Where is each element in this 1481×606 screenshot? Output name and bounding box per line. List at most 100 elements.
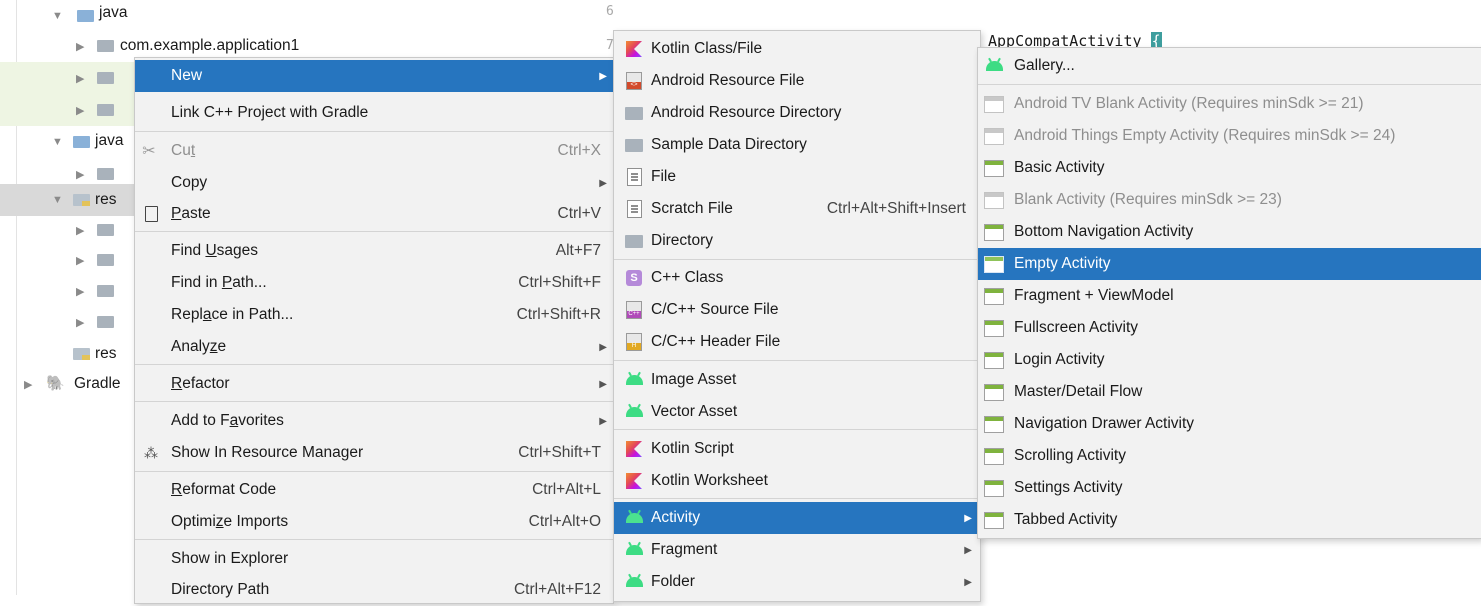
menu-item-master-detail-flow[interactable]: Master/Detail Flow	[978, 376, 1481, 408]
menu-item-label: C/C++ Source File	[651, 301, 779, 318]
activity-template-icon	[984, 350, 1004, 370]
menu-item-directory-path[interactable]: Directory Path Ctrl+Alt+F12	[135, 574, 613, 606]
menu-item-sample-data-directory[interactable]: Sample Data Directory	[614, 129, 980, 161]
submenu-arrow-icon: ▶	[599, 378, 607, 390]
menu-item-refactor[interactable]: Refactor ▶	[135, 368, 613, 400]
menu-item-find-usages[interactable]: Find Usages Alt+F7	[135, 235, 613, 267]
menu-item-fragment-viewmodel[interactable]: Fragment + ViewModel	[978, 280, 1481, 312]
menu-item-cpp-source-file[interactable]: C++ C/C++ Source File	[614, 294, 980, 326]
menu-item-scratch-file[interactable]: Scratch File Ctrl+Alt+Shift+Insert	[614, 193, 980, 225]
tree-label: com.example.application1	[120, 37, 300, 54]
menu-item-scrolling-activity[interactable]: Scrolling Activity	[978, 440, 1481, 472]
menu-item-shortcut: Ctrl+Alt+F12	[513, 581, 601, 598]
menu-item-navigation-drawer-activity[interactable]: Navigation Drawer Activity	[978, 408, 1481, 440]
resource-folder-icon	[73, 348, 90, 360]
menu-item-settings-activity[interactable]: Settings Activity	[978, 472, 1481, 504]
menu-item-shortcut: Ctrl+V	[557, 205, 602, 222]
menu-item-label: Directory Path	[171, 581, 270, 598]
collapse-arrow-icon[interactable]: ▶	[76, 285, 84, 298]
menu-item-copy[interactable]: Copy ▶	[135, 167, 613, 199]
resource-manager-icon: ⁂	[144, 444, 158, 461]
collapse-arrow-icon[interactable]: ▶	[76, 224, 84, 237]
menu-item-shortcut: Alt+F7	[555, 242, 601, 259]
submenu-arrow-icon: ▶	[599, 415, 607, 427]
activity-template-icon	[984, 414, 1004, 434]
menu-item-paste[interactable]: Paste Ctrl+V	[135, 198, 613, 230]
menu-item-kotlin-script[interactable]: Kotlin Script	[614, 433, 980, 465]
activity-template-icon	[984, 190, 1004, 210]
generated-folder-icon	[73, 136, 90, 148]
menu-item-optimize-imports[interactable]: Optimize Imports Ctrl+Alt+O	[135, 506, 613, 538]
menu-item-empty-activity[interactable]: Empty Activity	[978, 248, 1481, 280]
menu-item-label: Replace in Path...	[171, 306, 294, 323]
menu-item-image-asset[interactable]: Image Asset	[614, 364, 980, 396]
folder-icon	[97, 254, 114, 266]
collapse-arrow-icon[interactable]: ▶	[76, 316, 84, 329]
menu-item-cpp-header-file[interactable]: H C/C++ Header File	[614, 326, 980, 358]
menu-item-tabbed-activity[interactable]: Tabbed Activity	[978, 504, 1481, 536]
activity-template-icon	[984, 222, 1004, 242]
menu-item-fullscreen-activity[interactable]: Fullscreen Activity	[978, 312, 1481, 344]
activity-template-icon	[984, 478, 1004, 498]
collapse-arrow-icon[interactable]: ▶	[76, 104, 84, 117]
submenu-arrow-icon: ▶	[599, 177, 607, 189]
menu-item-label: Show in Explorer	[171, 550, 289, 567]
expand-arrow-icon[interactable]: ▼	[52, 194, 63, 206]
menu-item-directory[interactable]: Directory	[614, 225, 980, 257]
menu-item-basic-activity[interactable]: Basic Activity	[978, 152, 1481, 184]
menu-item-android-resource-directory[interactable]: Android Resource Directory	[614, 97, 980, 129]
activity-template-icon	[984, 382, 1004, 402]
menu-separator	[614, 360, 980, 361]
android-icon	[624, 508, 644, 528]
menu-item-login-activity[interactable]: Login Activity	[978, 344, 1481, 376]
collapse-arrow-icon[interactable]: ▶	[24, 378, 32, 391]
menu-item-cpp-class[interactable]: S C++ Class	[614, 262, 980, 294]
expand-arrow-icon[interactable]: ▼	[52, 136, 63, 148]
menu-item-label: Activity	[651, 509, 701, 526]
folder-icon	[97, 316, 114, 328]
menu-item-show-in-explorer[interactable]: Show in Explorer	[135, 543, 613, 575]
menu-item-label: Fragment + ViewModel	[1014, 287, 1174, 304]
collapse-arrow-icon[interactable]: ▶	[76, 168, 84, 181]
menu-item-gallery[interactable]: Gallery...	[978, 50, 1481, 82]
menu-item-new[interactable]: New ▶	[135, 60, 613, 92]
collapse-arrow-icon[interactable]: ▶	[76, 72, 84, 85]
scratch-file-icon	[624, 199, 644, 219]
menu-item-link-cpp[interactable]: Link C++ Project with Gradle	[135, 97, 613, 129]
menu-item-kotlin-class[interactable]: Kotlin Class/File	[614, 33, 980, 65]
activity-template-icon	[984, 510, 1004, 530]
menu-item-folder[interactable]: Folder ▶	[614, 566, 980, 598]
menu-item-bottom-navigation-activity[interactable]: Bottom Navigation Activity	[978, 216, 1481, 248]
menu-item-android-things-empty-activity[interactable]: Android Things Empty Activity (Requires …	[978, 120, 1481, 152]
menu-item-file[interactable]: File	[614, 161, 980, 193]
menu-item-label: Blank Activity (Requires minSdk >= 23)	[1014, 191, 1282, 208]
menu-item-shortcut: Ctrl+Alt+O	[528, 513, 601, 530]
menu-item-find-in-path[interactable]: Find in Path... Ctrl+Shift+F	[135, 267, 613, 299]
menu-item-label: Basic Activity	[1014, 159, 1105, 176]
menu-item-replace-in-path[interactable]: Replace in Path... Ctrl+Shift+R	[135, 299, 613, 331]
menu-item-label: Login Activity	[1014, 351, 1105, 368]
menu-item-vector-asset[interactable]: Vector Asset	[614, 396, 980, 428]
menu-item-activity[interactable]: Activity ▶	[614, 502, 980, 534]
menu-item-label: Analyze	[171, 338, 227, 355]
tree-row-java[interactable]: ▼ java	[0, 0, 600, 32]
menu-item-add-to-favorites[interactable]: Add to Favorites ▶	[135, 405, 613, 437]
collapse-arrow-icon[interactable]: ▶	[76, 40, 84, 53]
tree-label: res	[95, 345, 117, 362]
menu-item-kotlin-worksheet[interactable]: Kotlin Worksheet	[614, 465, 980, 497]
menu-item-show-in-resource-manager[interactable]: ⁂ Show In Resource Manager Ctrl+Shift+T	[135, 437, 613, 469]
menu-item-android-tv-blank-activity[interactable]: Android TV Blank Activity (Requires minS…	[978, 88, 1481, 120]
menu-item-cut[interactable]: ✂ Cut Ctrl+X	[135, 135, 613, 167]
menu-item-fragment[interactable]: Fragment ▶	[614, 534, 980, 566]
menu-item-reformat-code[interactable]: Reformat Code Ctrl+Alt+L	[135, 474, 613, 506]
menu-item-blank-activity[interactable]: Blank Activity (Requires minSdk >= 23)	[978, 184, 1481, 216]
expand-arrow-icon[interactable]: ▼	[52, 10, 63, 22]
menu-item-analyze[interactable]: Analyze ▶	[135, 331, 613, 363]
collapse-arrow-icon[interactable]: ▶	[76, 254, 84, 267]
cpp-source-icon: C++	[624, 300, 644, 320]
menu-item-android-resource-file[interactable]: <> Android Resource File	[614, 65, 980, 97]
menu-item-label: Optimize Imports	[171, 513, 289, 530]
kotlin-icon	[624, 39, 644, 59]
menu-item-label: Paste	[171, 205, 211, 222]
folder-icon	[624, 135, 644, 155]
